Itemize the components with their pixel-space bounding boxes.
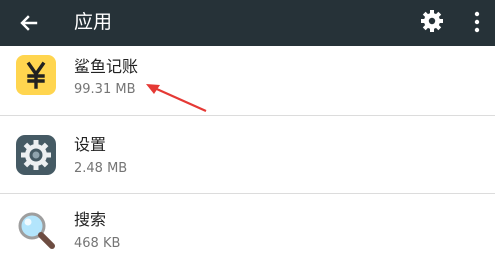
app-size: 99.31 MB xyxy=(74,82,136,97)
arrow-left-icon[interactable] xyxy=(14,8,44,38)
app-name: 设置 xyxy=(74,135,107,154)
settings-gear-icon xyxy=(16,135,56,175)
list-item-app[interactable]: 设置 2.48 MB xyxy=(0,116,495,192)
annotation-arrow xyxy=(146,84,207,113)
yen-icon xyxy=(16,55,56,95)
app-size: 2.48 MB xyxy=(74,161,128,176)
app-name: 搜索 xyxy=(74,210,107,229)
app-name: 鲨鱼记账 xyxy=(74,57,139,76)
more-vert-icon[interactable] xyxy=(468,8,486,36)
page-title: 应用 xyxy=(74,11,113,33)
gear-icon[interactable] xyxy=(419,8,445,34)
magnifier-icon xyxy=(18,212,55,249)
app-bar: 应用 xyxy=(0,0,495,46)
list-item-app[interactable]: 搜索 468 KB xyxy=(0,194,495,270)
list-item-app[interactable]: 鲨鱼记账 99.31 MB xyxy=(0,44,495,120)
app-size: 468 KB xyxy=(74,236,121,251)
